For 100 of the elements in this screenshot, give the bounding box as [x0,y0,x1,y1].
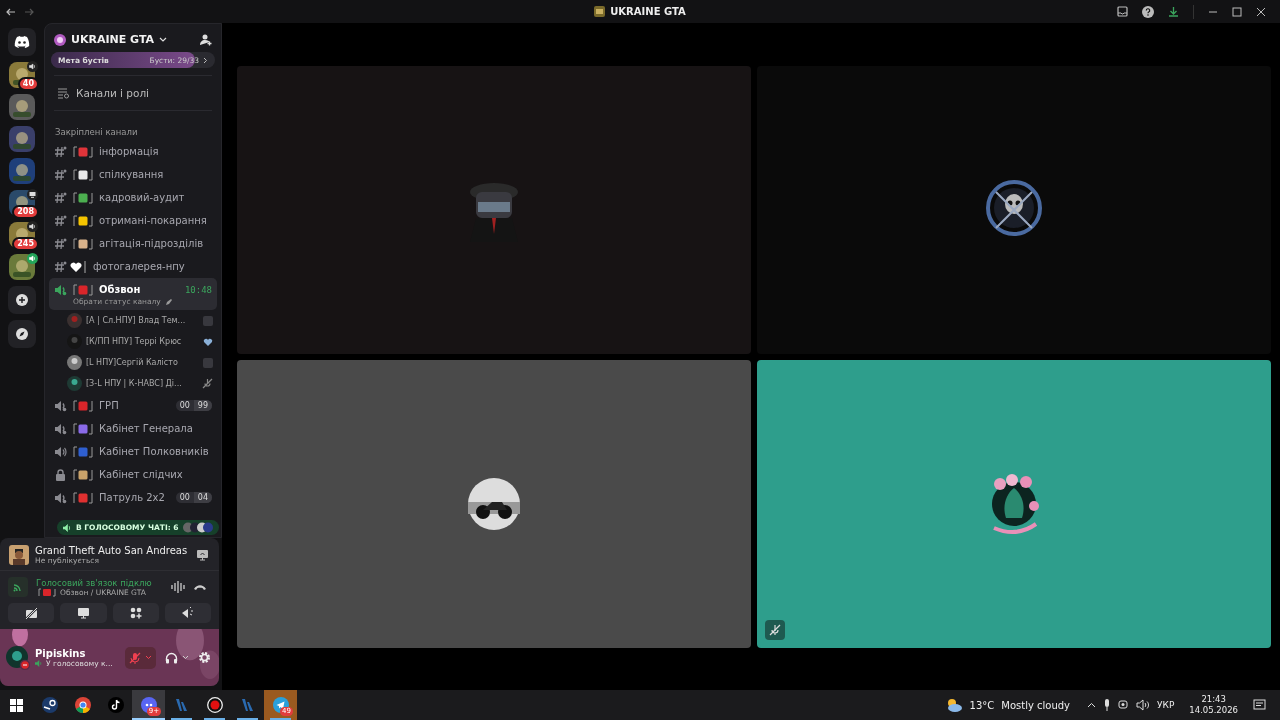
microphone-icon[interactable] [1103,699,1111,711]
video-tile[interactable] [237,360,751,648]
section-heading: Закріплені канали [54,126,139,139]
game-logo-icon [173,697,190,713]
avatar [6,645,30,670]
notifications-icon[interactable] [1253,699,1266,711]
lock-icon [54,468,67,481]
channel-item[interactable]: агітація-підрозділів [49,232,217,255]
avatar-stack [182,522,213,533]
video-tile[interactable] [757,360,1271,648]
microphone-icon [129,651,141,664]
username: Pipiskins [35,647,87,659]
channel-item[interactable]: Кабінет Генерала [49,417,217,440]
server-button[interactable] [9,254,35,280]
muted-icon [202,378,213,389]
server-button[interactable]: 245 [9,222,35,248]
channel-item[interactable]: Кабінет слідчих [49,463,217,486]
chrome-icon [74,697,91,713]
list-search-icon [57,87,70,99]
clock-time[interactable]: 21:43 [1201,694,1226,705]
soundboard-icon [181,607,195,619]
screen-share-icon[interactable] [196,549,209,561]
server-button[interactable]: 40 [9,62,35,88]
camera-off-button[interactable] [8,603,55,623]
connection-status: Голосовий зв'язок підклю [36,577,153,588]
voice-member[interactable]: [К/ПП НПУ] Террі Крюс [49,331,217,352]
forward-icon[interactable] [24,7,34,16]
hang-up-icon[interactable] [193,583,207,591]
speaker-icon [27,253,38,264]
voice-member[interactable]: [A | Сл.НПУ] Влад Тем... [49,310,217,331]
back-icon[interactable] [6,7,16,16]
maximize-icon[interactable] [1232,6,1242,17]
activities-button[interactable] [112,603,159,623]
hashtag-icon [54,145,67,158]
server-button[interactable] [9,158,35,184]
channel-item[interactable]: ГРП 00 99 [49,394,217,417]
voice-member[interactable]: [L НПУ]Сергій Калісто [49,352,217,373]
hashtag-icon [54,214,67,227]
camera-off-icon [24,607,38,619]
unread-badge: 208 [12,205,39,219]
microphone-button[interactable] [125,646,156,669]
webcam-icon[interactable] [1118,699,1129,711]
add-server-button[interactable] [8,286,36,314]
speaker-icon [54,445,67,458]
compass-icon [16,328,28,340]
server-icon [54,33,66,46]
language-indicator[interactable]: УКР [1157,700,1175,710]
channel-item[interactable]: Патруль 2х2 00 04 [49,486,217,509]
discover-button[interactable] [8,320,36,348]
channels-roles-link[interactable]: Канали і ролі [45,83,221,103]
heart-icon [203,336,213,347]
user-limit-counter: 00 04 [175,492,212,503]
channel-item[interactable]: Кабінет Полковників [49,440,217,463]
close-icon[interactable] [1256,6,1266,17]
soundwave-icon[interactable] [171,581,185,593]
invite-icon[interactable] [199,33,212,46]
screen-icon [27,189,38,200]
server-button[interactable] [9,126,35,152]
screen-share-button[interactable] [60,603,107,623]
home-button[interactable] [8,28,36,56]
channel-item[interactable]: спілкування [49,163,217,186]
server-button[interactable]: 208 [9,190,35,216]
chevron-icon[interactable] [182,655,189,660]
download-icon[interactable] [1168,6,1179,17]
clock-date[interactable]: 14.05.2026 [1189,705,1238,716]
server-name[interactable]: UKRAINE GTA [71,33,155,46]
chevron-icon [203,56,208,64]
discord-icon [14,36,30,48]
channel-item[interactable]: кадровий-аудит [49,186,217,209]
video-tile[interactable] [237,66,751,354]
discord-icon [140,697,157,713]
settings-icon[interactable] [198,651,211,664]
avatar [67,313,82,328]
inbox-icon[interactable] [1117,6,1128,17]
soundboard-button[interactable] [164,603,211,623]
server-button[interactable] [9,94,35,120]
call-duration: 10:48 [184,284,212,295]
speaker-icon [54,399,67,412]
server-icon [594,6,606,17]
music-note-icon [107,697,124,713]
channel-item[interactable]: отримані-покарання [49,209,217,232]
voice-member[interactable]: [З-L НПУ | К-НАВС] Ді... [49,373,217,394]
activity-icon [203,357,213,368]
channel-item[interactable]: фотогалерея-нпу [49,255,217,278]
avatar [67,376,82,391]
speaker-icon [54,491,67,504]
user-limit-counter: 00 99 [175,400,212,411]
plus-icon [16,294,28,306]
channel-item[interactable]: інформація [49,140,217,163]
signal-icon [8,577,28,597]
screen-share-icon [76,607,90,619]
hashtag-icon [54,237,67,250]
record-icon [206,697,223,713]
video-tile[interactable] [757,66,1271,354]
chevron-up-icon[interactable] [1087,702,1096,708]
volume-icon[interactable] [1136,699,1150,711]
game-logo-icon [239,697,256,713]
paper-plane-icon [272,697,289,713]
pencil-icon[interactable] [164,297,173,306]
help-icon[interactable] [1142,5,1154,18]
